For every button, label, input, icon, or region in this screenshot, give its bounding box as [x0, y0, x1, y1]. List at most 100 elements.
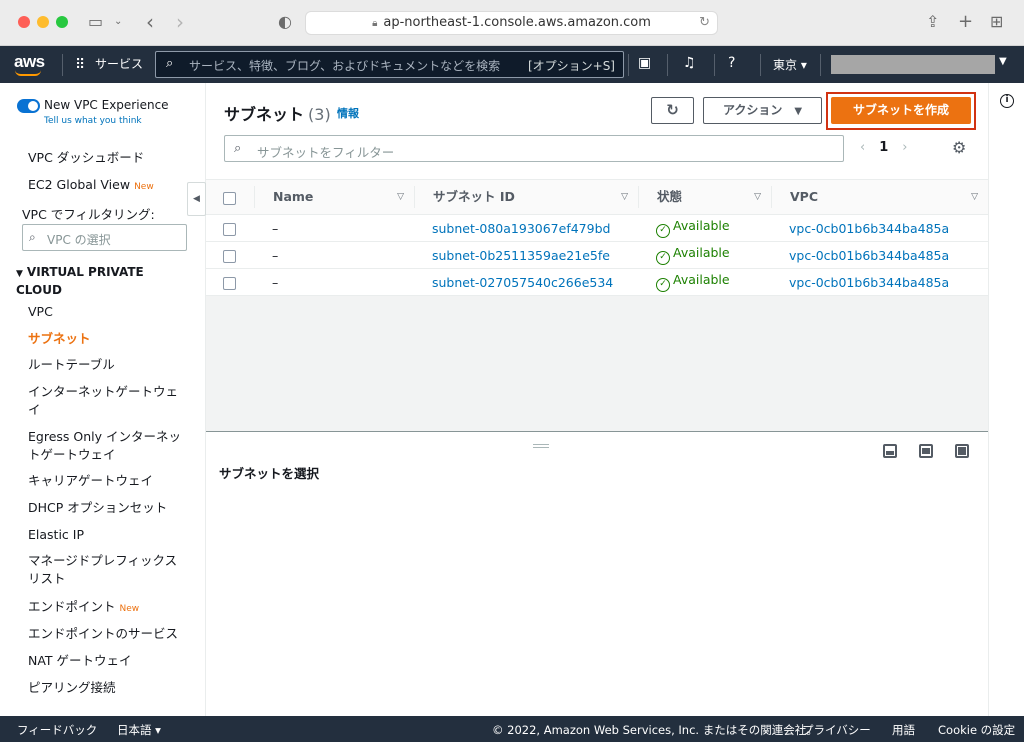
column-header-state[interactable]: 状態 ▽: [638, 179, 771, 215]
collapse-sidebar-button[interactable]: ◀: [187, 182, 206, 216]
cell-subnet-id-link[interactable]: subnet-027057540c266e534: [414, 268, 638, 296]
help-icon[interactable]: ?: [728, 55, 735, 71]
aws-logo[interactable]: aws: [14, 52, 45, 76]
resize-handle[interactable]: [533, 444, 549, 448]
column-label: 状態: [657, 189, 683, 204]
tab-overview-icon[interactable]: ⊞: [990, 11, 1003, 33]
table-row[interactable]: – subnet-080a193067ef479bd ✓ Available vp…: [206, 214, 988, 242]
table-row[interactable]: – subnet-027057540c266e534 ✓ Available vp…: [206, 268, 988, 296]
sidebar-item-egress-only-igw[interactable]: Egress Only インターネットゲートウェイ: [28, 428, 190, 464]
info-link[interactable]: 情報: [337, 105, 359, 121]
cell-vpc-link[interactable]: vpc-0cb01b6b344ba485a: [771, 268, 988, 296]
sidebar-item-endpoints[interactable]: エンドポイント New: [28, 598, 193, 618]
row-select-cell: [206, 241, 254, 269]
subnet-filter-input[interactable]: ⌕ サブネットをフィルター: [224, 135, 844, 162]
actions-button[interactable]: アクション ▼: [703, 97, 822, 124]
sidebar-item-elastic-ip[interactable]: Elastic IP: [28, 526, 193, 544]
column-header-subnet-id[interactable]: サブネット ID ▽: [414, 179, 638, 215]
feedback-link[interactable]: Tell us what you think: [44, 116, 142, 126]
sidebar-item-vpc[interactable]: VPC: [28, 303, 193, 321]
grid-icon: ⠿: [75, 57, 86, 73]
search-placeholder: サービス、特徴、ブログ、およびドキュメントなどを検索: [189, 59, 501, 73]
split-side-icon[interactable]: [919, 444, 933, 458]
close-window-button[interactable]: [18, 16, 30, 28]
sort-icon[interactable]: ▽: [397, 186, 404, 208]
footer: フィードバック 日本語 ▾ © 2022, Amazon Web Service…: [0, 716, 1024, 742]
services-menu[interactable]: ⠿ サービス: [75, 55, 143, 73]
refresh-button[interactable]: ↻: [651, 97, 694, 124]
forward-icon[interactable]: ›: [176, 11, 184, 33]
cell-name: –: [254, 214, 414, 242]
filter-placeholder: サブネットをフィルター: [257, 145, 395, 160]
next-page-icon[interactable]: ›: [902, 140, 907, 155]
split-panel: サブネットを選択: [206, 431, 988, 716]
split-full-icon[interactable]: [955, 444, 969, 458]
address-bar[interactable]: 🔒︎ ap-northeast-1.console.aws.amazon.com …: [305, 11, 718, 35]
sort-icon[interactable]: ▽: [621, 186, 628, 208]
sidebar-item-internet-gateways[interactable]: インターネットゲートウェイ: [28, 383, 183, 419]
select-all-checkbox[interactable]: [223, 191, 236, 205]
check-circle-icon: ✓: [656, 278, 670, 292]
sidebar-toggle-icon[interactable]: ▭: [88, 11, 103, 33]
cloudshell-icon[interactable]: ▣: [638, 55, 651, 71]
cell-subnet-id-link[interactable]: subnet-080a193067ef479bd: [414, 214, 638, 242]
sidebar-item-nat-gateways[interactable]: NAT ゲートウェイ: [28, 652, 193, 670]
search-icon: ⌕: [166, 56, 174, 71]
account-menu[interactable]: [831, 55, 995, 74]
sidebar-item-subnets[interactable]: サブネット: [28, 330, 193, 348]
new-tab-icon[interactable]: +: [958, 11, 973, 33]
feedback-link[interactable]: フィードバック: [17, 722, 97, 738]
cell-vpc-link[interactable]: vpc-0cb01b6b344ba485a: [771, 241, 988, 269]
cell-vpc-link[interactable]: vpc-0cb01b6b344ba485a: [771, 214, 988, 242]
shield-icon[interactable]: ◐: [278, 11, 292, 33]
new-vpc-experience-toggle[interactable]: [17, 99, 40, 113]
sort-icon[interactable]: ▽: [754, 186, 761, 208]
sidebar-item-peering[interactable]: ピアリング接続: [28, 679, 193, 697]
subnets-table-panel: サブネット (3) 情報 ↻ アクション ▼ サブネットを作成 ⌕ サブネットをフィ…: [206, 83, 988, 296]
new-badge: New: [134, 182, 154, 192]
back-icon[interactable]: ‹: [146, 11, 154, 33]
sidebar-item-prefix-lists[interactable]: マネージドプレフィックスリスト: [28, 552, 183, 588]
sidebar-item-dhcp-options[interactable]: DHCP オプションセット: [28, 499, 193, 517]
section-vpc[interactable]: ▼ VIRTUAL PRIVATE CLOUD: [16, 264, 186, 298]
previous-page-icon[interactable]: ‹: [860, 140, 865, 155]
sidebar-item-route-tables[interactable]: ルートテーブル: [28, 356, 193, 374]
bell-icon[interactable]: ♫: [683, 55, 696, 71]
reload-icon[interactable]: ↻: [699, 12, 710, 34]
sidebar-item-carrier-gateways[interactable]: キャリアゲートウェイ: [28, 472, 193, 490]
copyright-text: © 2022, Amazon Web Services, Inc. またはその関…: [492, 723, 818, 737]
column-header-vpc[interactable]: VPC ▽: [771, 179, 988, 215]
sort-icon[interactable]: ▽: [971, 186, 978, 208]
column-header-name[interactable]: Name ▽: [254, 179, 414, 215]
sidebar-item-dashboard[interactable]: VPC ダッシュボード: [28, 149, 193, 167]
minimize-window-button[interactable]: [37, 16, 49, 28]
sidebar-item-ec2-global-view[interactable]: EC2 Global View New: [28, 176, 193, 196]
table-row[interactable]: – subnet-0b2511359ae21e5fe ✓ Available vp…: [206, 241, 988, 269]
global-search-input[interactable]: ⌕ サービス、特徴、ブログ、およびドキュメントなどを検索 [オプション+S]: [155, 51, 624, 78]
create-subnet-button[interactable]: サブネットを作成: [831, 97, 971, 124]
split-bottom-icon[interactable]: [883, 444, 897, 458]
zoom-window-button[interactable]: [56, 16, 68, 28]
row-checkbox[interactable]: [223, 222, 236, 236]
page-number[interactable]: 1: [879, 140, 888, 155]
gear-icon[interactable]: ⚙: [952, 138, 966, 157]
services-label: サービス: [95, 57, 144, 71]
row-checkbox[interactable]: [223, 249, 236, 263]
state-label: Available: [673, 218, 730, 233]
privacy-link[interactable]: プライバシー: [802, 722, 871, 738]
region-selector[interactable]: 東京 ▾: [773, 56, 807, 73]
chevron-down-icon[interactable]: ⌄: [114, 11, 122, 33]
sidebar-item-endpoint-services[interactable]: エンドポイントのサービス: [28, 625, 193, 643]
row-select-cell: [206, 214, 254, 242]
terms-link[interactable]: 用語: [892, 722, 915, 738]
info-icon[interactable]: i: [1000, 94, 1014, 108]
share-icon[interactable]: ⇪: [926, 11, 939, 33]
language-selector[interactable]: 日本語 ▾: [117, 722, 161, 738]
caret-down-icon[interactable]: ▼: [999, 56, 1007, 67]
cell-subnet-id-link[interactable]: subnet-0b2511359ae21e5fe: [414, 241, 638, 269]
cookie-settings-link[interactable]: Cookie の設定: [938, 722, 1015, 738]
vpc-filter-select[interactable]: ⌕ VPC の選択: [22, 224, 187, 251]
row-checkbox[interactable]: [223, 276, 236, 290]
cell-name: –: [254, 268, 414, 296]
row-select-cell: [206, 268, 254, 296]
